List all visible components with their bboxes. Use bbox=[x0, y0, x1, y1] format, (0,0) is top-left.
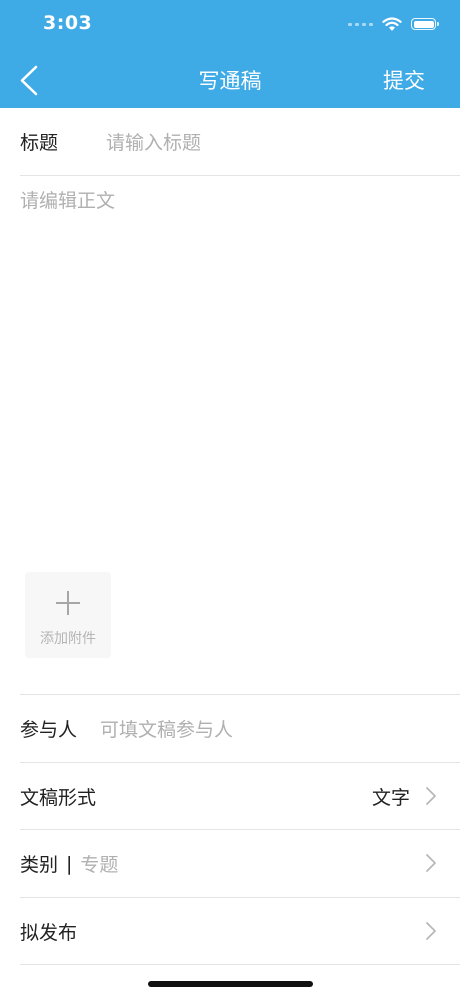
publish-label: 拟发布 bbox=[20, 921, 78, 944]
chevron-right-icon bbox=[426, 854, 436, 872]
category-row[interactable]: 类别 | 专题 bbox=[20, 830, 460, 897]
add-attachment-button[interactable]: 添加附件 bbox=[25, 572, 111, 658]
participants-label: 参与人 bbox=[20, 719, 78, 741]
category-separator: | bbox=[66, 852, 73, 875]
body-editor[interactable]: 请编辑正文 bbox=[20, 186, 440, 566]
format-value: 文字 bbox=[371, 786, 410, 809]
title-input[interactable]: 请输入标题 bbox=[106, 128, 201, 155]
chevron-right-icon bbox=[426, 922, 436, 940]
publish-row[interactable]: 拟发布 bbox=[20, 898, 460, 964]
status-time: 3:03 bbox=[43, 12, 93, 34]
plus-icon-vertical bbox=[67, 591, 69, 615]
divider bbox=[20, 175, 460, 176]
format-row[interactable]: 文稿形式 文字 bbox=[20, 763, 460, 829]
category-value: 专题 bbox=[80, 854, 119, 876]
battery-icon bbox=[411, 18, 439, 30]
submit-button[interactable]: 提交 bbox=[383, 65, 425, 95]
header: 3:03 写通稿 提交 bbox=[0, 0, 460, 108]
wifi-icon bbox=[382, 16, 402, 31]
status-icons bbox=[348, 14, 439, 34]
format-label: 文稿形式 bbox=[20, 786, 97, 809]
participants-input[interactable]: 可填文稿参与人 bbox=[100, 715, 233, 742]
chevron-right-icon bbox=[426, 787, 436, 805]
category-label: 类别 bbox=[20, 854, 59, 876]
title-label: 标题 bbox=[20, 132, 59, 154]
add-attachment-label: 添加附件 bbox=[40, 631, 96, 647]
title-row: 标题 请输入标题 bbox=[20, 108, 460, 175]
participants-row[interactable]: 参与人 可填文稿参与人 bbox=[20, 695, 460, 762]
signal-icon bbox=[348, 22, 373, 26]
home-indicator bbox=[148, 981, 313, 987]
divider bbox=[20, 964, 460, 965]
